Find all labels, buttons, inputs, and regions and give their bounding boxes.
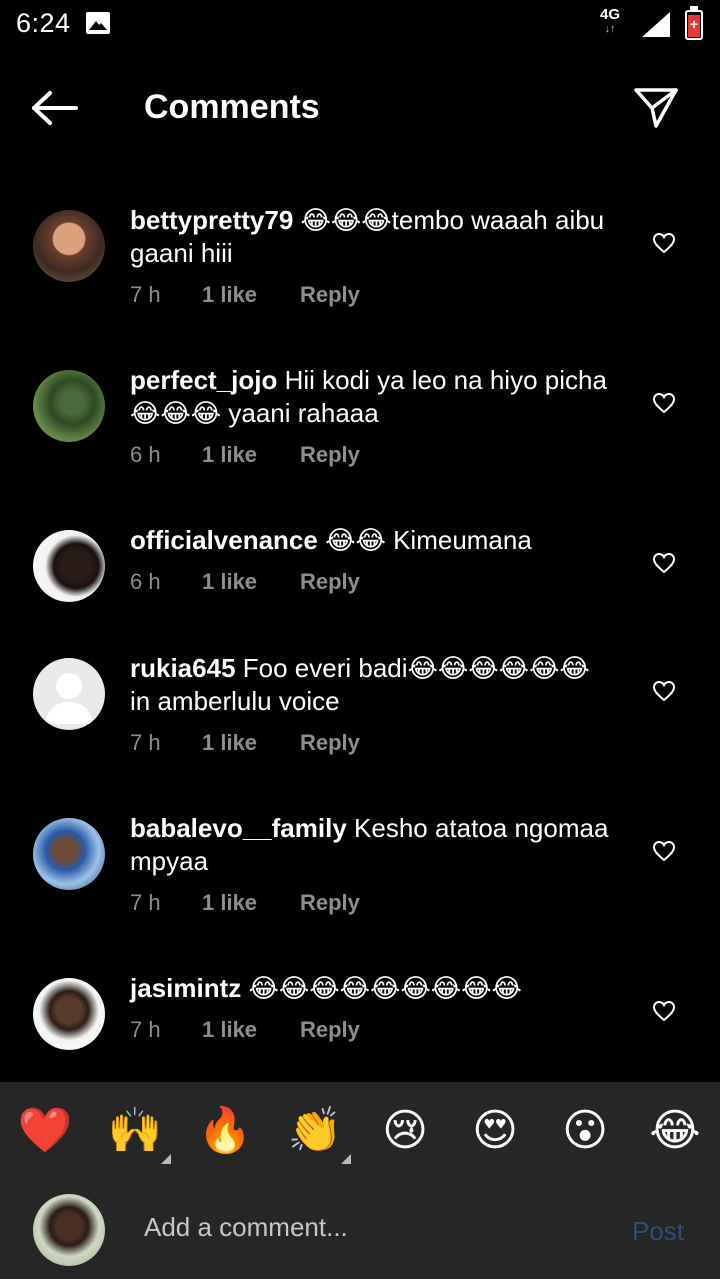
gallery-notification-icon: [86, 12, 110, 34]
reply-button[interactable]: Reply: [300, 282, 360, 308]
comment-time: 6 h: [130, 442, 161, 467]
back-arrow-icon[interactable]: [30, 90, 80, 126]
data-arrows-icon: ↓↑: [604, 23, 616, 35]
network-indicator: 4G ↓↑: [600, 6, 621, 36]
comment-text-block: babalevo__family Kesho atatoa ngomaa mpy…: [130, 812, 610, 878]
reply-button[interactable]: Reply: [300, 890, 360, 916]
status-time: 6:24: [16, 8, 71, 38]
comment-time: 6 h: [130, 569, 161, 594]
avatar[interactable]: [33, 818, 105, 890]
reply-button[interactable]: Reply: [300, 1017, 360, 1043]
comment-username[interactable]: jasimintz: [130, 973, 241, 1003]
comment-text-block: officialvenance 😂😂 Kimeumana: [130, 524, 610, 557]
comment-item: rukia645 Foo everi badi😂😂😂😂😂😂in amberlul…: [0, 644, 720, 794]
post-button[interactable]: Post: [632, 1216, 684, 1247]
comment-meta: 7 h 1 like Reply: [130, 1017, 610, 1043]
comment-text: 😂😂😂😂😂😂😂😂😂: [248, 973, 522, 1003]
comment-time: 7 h: [130, 890, 161, 915]
reaction-tears-of-joy[interactable]: 😂: [647, 1106, 703, 1156]
reaction-clapping-hands[interactable]: 👏: [287, 1106, 351, 1164]
current-user-avatar: [33, 1194, 105, 1266]
like-heart-icon[interactable]: [652, 1000, 676, 1022]
battery-icon: +: [685, 6, 703, 40]
page-title: Comments: [144, 88, 320, 126]
comment-likes[interactable]: 1 like: [202, 730, 300, 756]
comment-likes[interactable]: 1 like: [202, 890, 300, 916]
quick-reactions-bar: ❤️ 🙌 🔥 👏 😢 😍 😮 😂: [0, 1082, 720, 1180]
avatar[interactable]: [33, 978, 105, 1050]
comment-likes[interactable]: 1 like: [202, 569, 300, 595]
comment-text: 😂😂 Kimeumana: [325, 525, 532, 555]
comment-item: bettypretty79 😂😂😂tembo waaah aibu gaani …: [0, 196, 720, 346]
comment-time: 7 h: [130, 282, 161, 307]
network-type: 4G: [600, 6, 621, 23]
comment-item: perfect_jojo Hii kodi ya leo na hiyo pic…: [0, 356, 720, 506]
comment-text-block: perfect_jojo Hii kodi ya leo na hiyo pic…: [130, 364, 610, 430]
share-send-icon[interactable]: [632, 86, 680, 130]
comment-input[interactable]: [144, 1212, 604, 1243]
comment-item: jasimintz 😂😂😂😂😂😂😂😂😂 7 h 1 like Reply: [0, 964, 720, 1084]
comment-composer: Post: [0, 1180, 720, 1279]
reply-button[interactable]: Reply: [300, 569, 360, 595]
reaction-fire[interactable]: 🔥: [197, 1106, 253, 1156]
like-heart-icon[interactable]: [652, 232, 676, 254]
reaction-crying-face[interactable]: 😢: [377, 1106, 433, 1156]
comment-likes[interactable]: 1 like: [202, 1017, 300, 1043]
reply-button[interactable]: Reply: [300, 442, 360, 468]
comment-username[interactable]: babalevo__family: [130, 813, 347, 843]
comment-username[interactable]: officialvenance: [130, 525, 318, 555]
avatar[interactable]: [33, 658, 105, 730]
reply-button[interactable]: Reply: [300, 730, 360, 756]
like-heart-icon[interactable]: [652, 552, 676, 574]
reaction-heart-eyes[interactable]: 😍: [467, 1106, 523, 1156]
comment-text-block: bettypretty79 😂😂😂tembo waaah aibu gaani …: [130, 204, 610, 270]
like-heart-icon[interactable]: [652, 680, 676, 702]
reaction-red-heart[interactable]: ❤️: [17, 1106, 73, 1156]
default-avatar-icon: [45, 673, 93, 724]
comment-time: 7 h: [130, 730, 161, 755]
comment-text-block: jasimintz 😂😂😂😂😂😂😂😂😂: [130, 972, 610, 1005]
comment-time: 7 h: [130, 1017, 161, 1042]
reaction-surprised-face[interactable]: 😮: [557, 1106, 613, 1156]
comment-meta: 7 h 1 like Reply: [130, 730, 610, 756]
reaction-clapping-hands-glyph: 👏: [287, 1106, 343, 1155]
comment-likes[interactable]: 1 like: [202, 282, 300, 308]
comment-text-block: rukia645 Foo everi badi😂😂😂😂😂😂in amberlul…: [130, 652, 610, 718]
comment-meta: 7 h 1 like Reply: [130, 890, 610, 916]
avatar[interactable]: [33, 530, 105, 602]
reaction-raising-hands-glyph: 🙌: [107, 1106, 163, 1155]
comment-item: officialvenance 😂😂 Kimeumana 6 h 1 like …: [0, 516, 720, 636]
comment-meta: 6 h 1 like Reply: [130, 442, 610, 468]
comment-item: babalevo__family Kesho atatoa ngomaa mpy…: [0, 804, 720, 954]
avatar[interactable]: [33, 370, 105, 442]
comment-username[interactable]: bettypretty79: [130, 205, 293, 235]
signal-icon: [642, 12, 670, 37]
status-bar: 6:24 4G ↓↑ +: [0, 0, 720, 50]
comment-username[interactable]: rukia645: [130, 653, 236, 683]
comments-header: Comments: [0, 70, 720, 146]
like-heart-icon[interactable]: [652, 392, 676, 414]
comment-username[interactable]: perfect_jojo: [130, 365, 277, 395]
avatar[interactable]: [33, 210, 105, 282]
comment-likes[interactable]: 1 like: [202, 442, 300, 468]
like-heart-icon[interactable]: [652, 840, 676, 862]
comment-meta: 6 h 1 like Reply: [130, 569, 610, 595]
comment-meta: 7 h 1 like Reply: [130, 282, 610, 308]
reaction-raising-hands[interactable]: 🙌: [107, 1106, 171, 1164]
